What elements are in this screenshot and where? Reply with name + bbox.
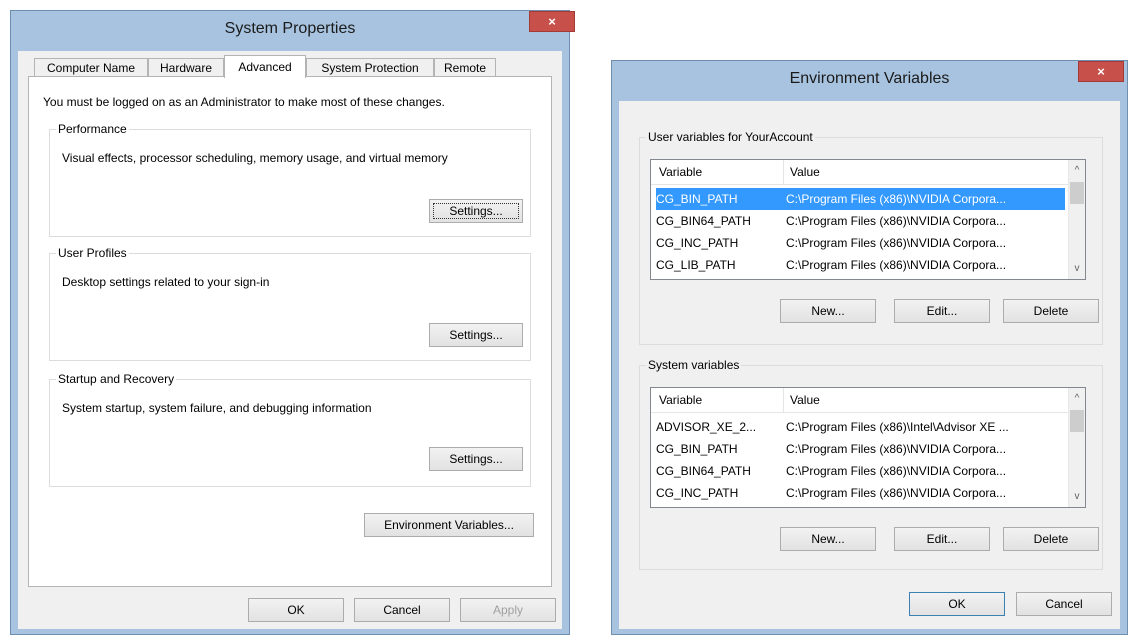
user-profiles-description: Desktop settings related to your sign-in [62, 275, 270, 289]
variable-name: CG_BIN64_PATH [656, 464, 751, 478]
variable-name: CG_BIN_PATH [656, 192, 738, 206]
performance-title: Performance [56, 122, 129, 136]
performance-settings-button[interactable]: Settings... [429, 199, 523, 223]
user-variables-group: User variables for YourAccount Variable … [639, 130, 1103, 345]
table-row[interactable]: ADVISOR_XE_2... C:\Program Files (x86)\I… [656, 416, 1065, 438]
startup-recovery-description: System startup, system failure, and debu… [62, 401, 372, 415]
apply-button[interactable]: Apply [460, 598, 556, 622]
variable-value: C:\Program Files (x86)\NVIDIA Corpora... [786, 214, 1007, 228]
performance-description: Visual effects, processor scheduling, me… [62, 151, 448, 165]
cancel-button[interactable]: Cancel [1016, 592, 1112, 616]
scroll-down-icon[interactable]: v [1069, 260, 1085, 277]
scroll-up-icon[interactable]: ^ [1069, 162, 1085, 179]
tab-remote[interactable]: Remote [434, 58, 496, 77]
system-edit-button[interactable]: Edit... [894, 527, 990, 551]
startup-recovery-group: Startup and Recovery System startup, sys… [49, 372, 531, 487]
variable-value: C:\Program Files (x86)\NVIDIA Corpora... [786, 236, 1007, 250]
variable-value: C:\Program Files (x86)\NVIDIA Corpora... [786, 258, 1007, 272]
column-value[interactable]: Value [784, 160, 1064, 184]
system-properties-window: System Properties × Computer Name Hardwa… [10, 10, 575, 635]
tab-system-protection[interactable]: System Protection [306, 58, 434, 77]
user-delete-button[interactable]: Delete [1003, 299, 1099, 323]
variable-name: ADVISOR_XE_2... [656, 420, 757, 434]
list-header: Variable Value [651, 388, 1068, 413]
tab-page-advanced: You must be logged on as an Administrato… [28, 76, 552, 587]
vertical-scrollbar[interactable]: ^ v [1068, 160, 1085, 279]
scroll-down-icon[interactable]: v [1069, 488, 1085, 505]
variable-name: CG_BIN64_PATH [656, 214, 751, 228]
table-row[interactable]: CG_BIN64_PATH C:\Program Files (x86)\NVI… [656, 210, 1065, 232]
startup-recovery-title: Startup and Recovery [56, 372, 177, 386]
system-variables-list[interactable]: Variable Value ADVISOR_XE_2... C:\Progra… [650, 387, 1086, 508]
variable-value: C:\Program Files (x86)\NVIDIA Corpora... [786, 192, 1007, 206]
ok-button[interactable]: OK [909, 592, 1005, 616]
dialog-client: Computer Name Hardware Advanced System P… [18, 51, 562, 629]
dialog-client: User variables for YourAccount Variable … [619, 101, 1120, 629]
scroll-thumb[interactable] [1070, 410, 1084, 432]
close-button[interactable]: × [1078, 61, 1124, 82]
user-profiles-title: User Profiles [56, 246, 129, 260]
user-variables-list[interactable]: Variable Value CG_BIN_PATH C:\Program Fi… [650, 159, 1086, 280]
table-row[interactable]: CG_BIN_PATH C:\Program Files (x86)\NVIDI… [656, 188, 1065, 210]
scroll-thumb[interactable] [1070, 182, 1084, 204]
column-variable[interactable]: Variable [653, 388, 785, 412]
variable-name: CG_LIB_PATH [656, 258, 736, 272]
user-variables-title: User variables for YourAccount [646, 130, 815, 144]
window-title: Environment Variables [789, 70, 950, 87]
vertical-scrollbar[interactable]: ^ v [1068, 388, 1085, 507]
admin-note: You must be logged on as an Administrato… [43, 95, 445, 109]
performance-group: Performance Visual effects, processor sc… [49, 122, 531, 237]
table-row[interactable]: CG_INC_PATH C:\Program Files (x86)\NVIDI… [656, 482, 1065, 504]
environment-variables-button[interactable]: Environment Variables... [364, 513, 534, 537]
column-value[interactable]: Value [784, 388, 1064, 412]
system-new-button[interactable]: New... [780, 527, 876, 551]
close-button[interactable]: × [529, 11, 575, 32]
user-new-button[interactable]: New... [780, 299, 876, 323]
user-profiles-settings-button[interactable]: Settings... [429, 323, 523, 347]
variable-name: CG_INC_PATH [656, 236, 739, 250]
system-variables-title: System variables [646, 358, 742, 372]
table-row[interactable]: CG_BIN_PATH C:\Program Files (x86)\NVIDI… [656, 438, 1065, 460]
system-variables-group: System variables Variable Value ADVISOR_… [639, 358, 1103, 570]
ok-button[interactable]: OK [248, 598, 344, 622]
window-title: System Properties [224, 20, 356, 37]
table-row[interactable]: CG_INC_PATH C:\Program Files (x86)\NVIDI… [656, 232, 1065, 254]
table-row[interactable]: CG_BIN64_PATH C:\Program Files (x86)\NVI… [656, 460, 1065, 482]
tab-hardware[interactable]: Hardware [148, 58, 224, 77]
cancel-button[interactable]: Cancel [354, 598, 450, 622]
environment-variables-window: Environment Variables × User variables f… [611, 60, 1128, 635]
scroll-up-icon[interactable]: ^ [1069, 390, 1085, 407]
user-edit-button[interactable]: Edit... [894, 299, 990, 323]
startup-recovery-settings-button[interactable]: Settings... [429, 447, 523, 471]
column-variable[interactable]: Variable [653, 160, 785, 184]
tab-advanced[interactable]: Advanced [224, 55, 306, 78]
variable-name: CG_INC_PATH [656, 486, 739, 500]
variable-name: CG_BIN_PATH [656, 442, 738, 456]
variable-value: C:\Program Files (x86)\NVIDIA Corpora... [786, 442, 1007, 456]
variable-value: C:\Program Files (x86)\Intel\Advisor XE … [786, 420, 1009, 434]
list-header: Variable Value [651, 160, 1068, 185]
variable-value: C:\Program Files (x86)\NVIDIA Corpora... [786, 486, 1007, 500]
system-delete-button[interactable]: Delete [1003, 527, 1099, 551]
tab-computer-name[interactable]: Computer Name [34, 58, 148, 77]
variable-value: C:\Program Files (x86)\NVIDIA Corpora... [786, 464, 1007, 478]
user-profiles-group: User Profiles Desktop settings related t… [49, 246, 531, 361]
table-row[interactable]: CG_LIB_PATH C:\Program Files (x86)\NVIDI… [656, 254, 1065, 276]
